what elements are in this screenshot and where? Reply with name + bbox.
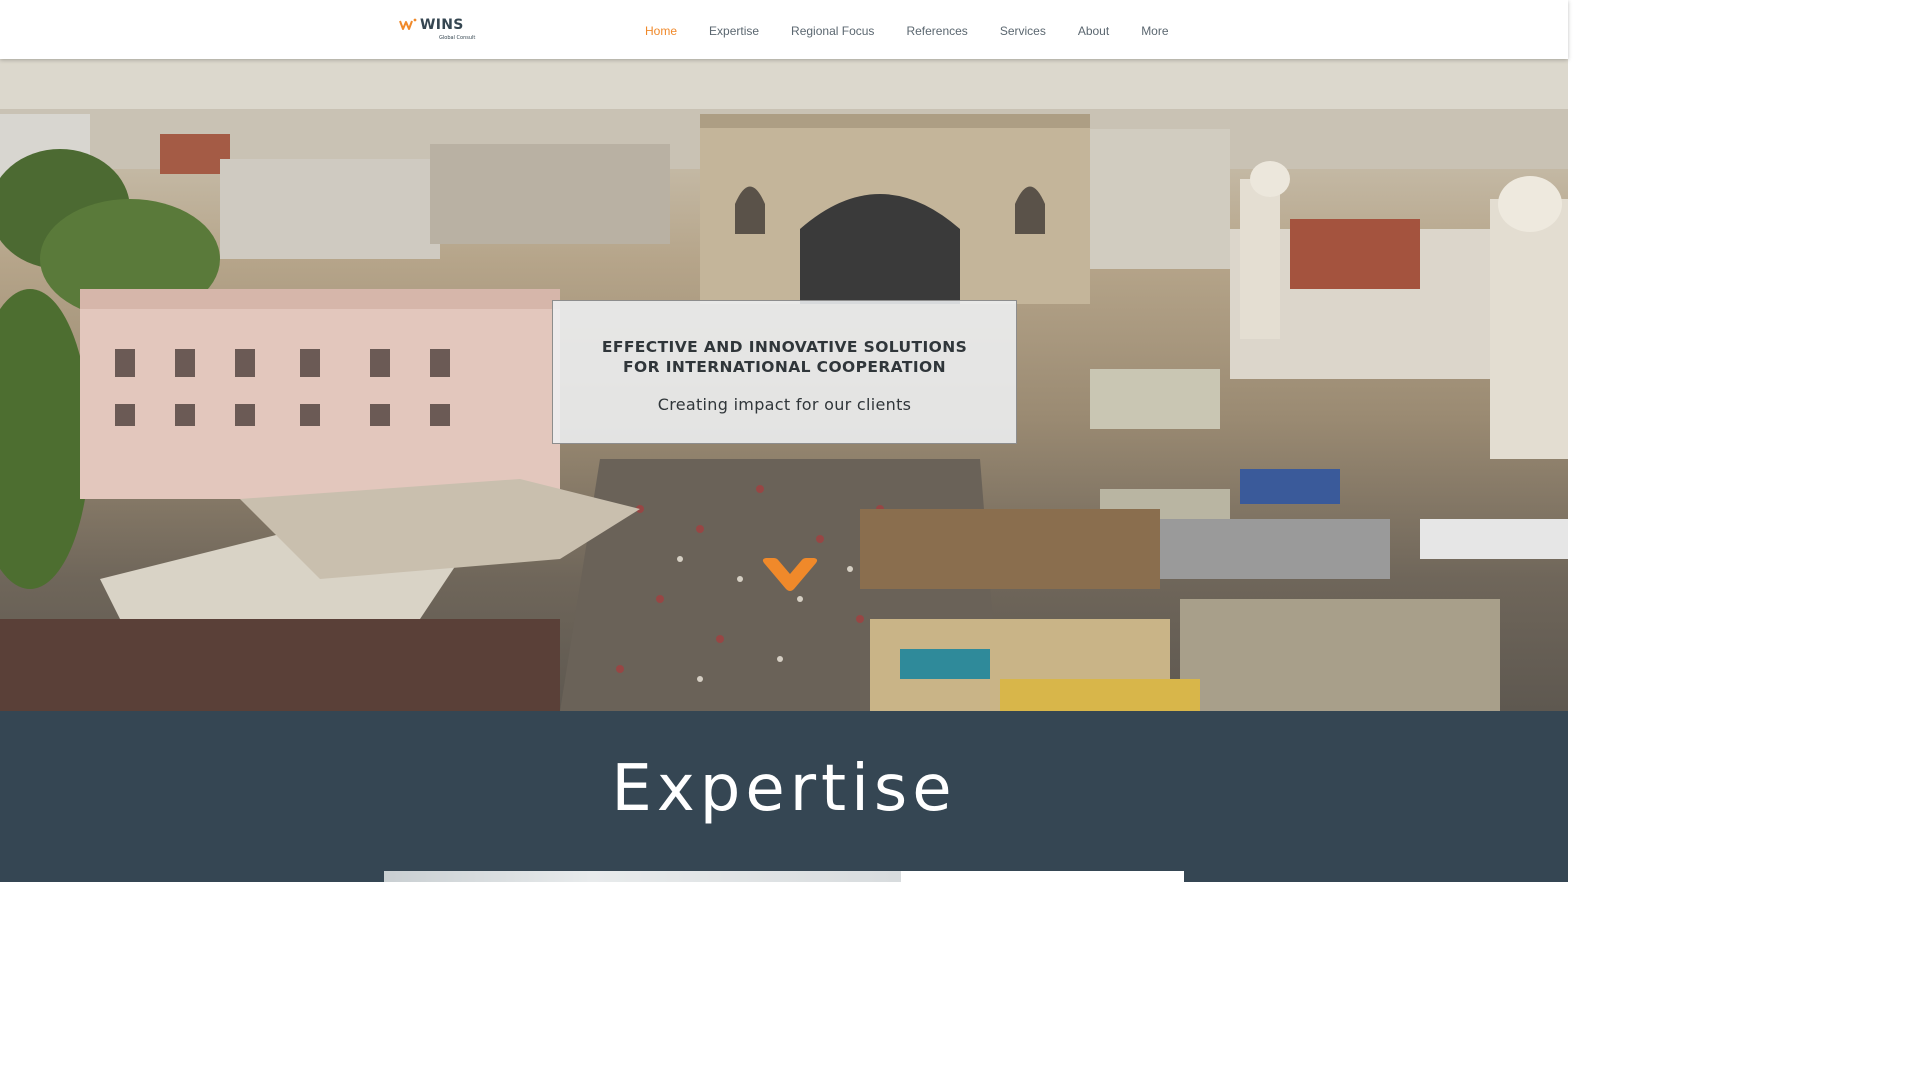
nav-references[interactable]: References [890,20,983,42]
site-logo[interactable]: WINS Global Consult [399,17,489,43]
nav-services[interactable]: Services [984,20,1062,42]
nav-more[interactable]: More [1125,20,1184,42]
hero-title-line-2: FOR INTERNATIONAL COOPERATION [623,358,946,376]
nav-about[interactable]: About [1062,20,1125,42]
expertise-heading: Expertise [611,752,957,826]
hero-section: EFFECTIVE AND INNOVATIVE SOLUTIONS FOR I… [0,59,1568,711]
main-nav: Home Expertise Regional Focus References… [629,20,1185,42]
logo-tagline: Global Consult [439,35,476,41]
expertise-section: Expertise [0,711,1568,882]
chevron-down-icon [762,558,818,591]
site-header: WINS Global Consult Home Expertise Regio… [0,0,1568,59]
hero-headline-card: EFFECTIVE AND INNOVATIVE SOLUTIONS FOR I… [552,300,1017,444]
hero-title-line-1: EFFECTIVE AND INNOVATIVE SOLUTIONS [601,338,968,356]
nav-regional-focus[interactable]: Regional Focus [775,20,890,42]
hero-title: EFFECTIVE AND INNOVATIVE SOLUTIONS FOR I… [553,337,1016,377]
logo-brand: WINS [420,17,464,33]
nav-expertise[interactable]: Expertise [693,20,775,42]
scroll-down-button[interactable] [758,555,822,597]
nav-home[interactable]: Home [629,20,693,42]
expertise-card [901,871,1184,882]
hero-subtitle: Creating impact for our clients [657,395,912,414]
expertise-image [384,871,901,882]
wins-logo-icon [399,18,417,30]
